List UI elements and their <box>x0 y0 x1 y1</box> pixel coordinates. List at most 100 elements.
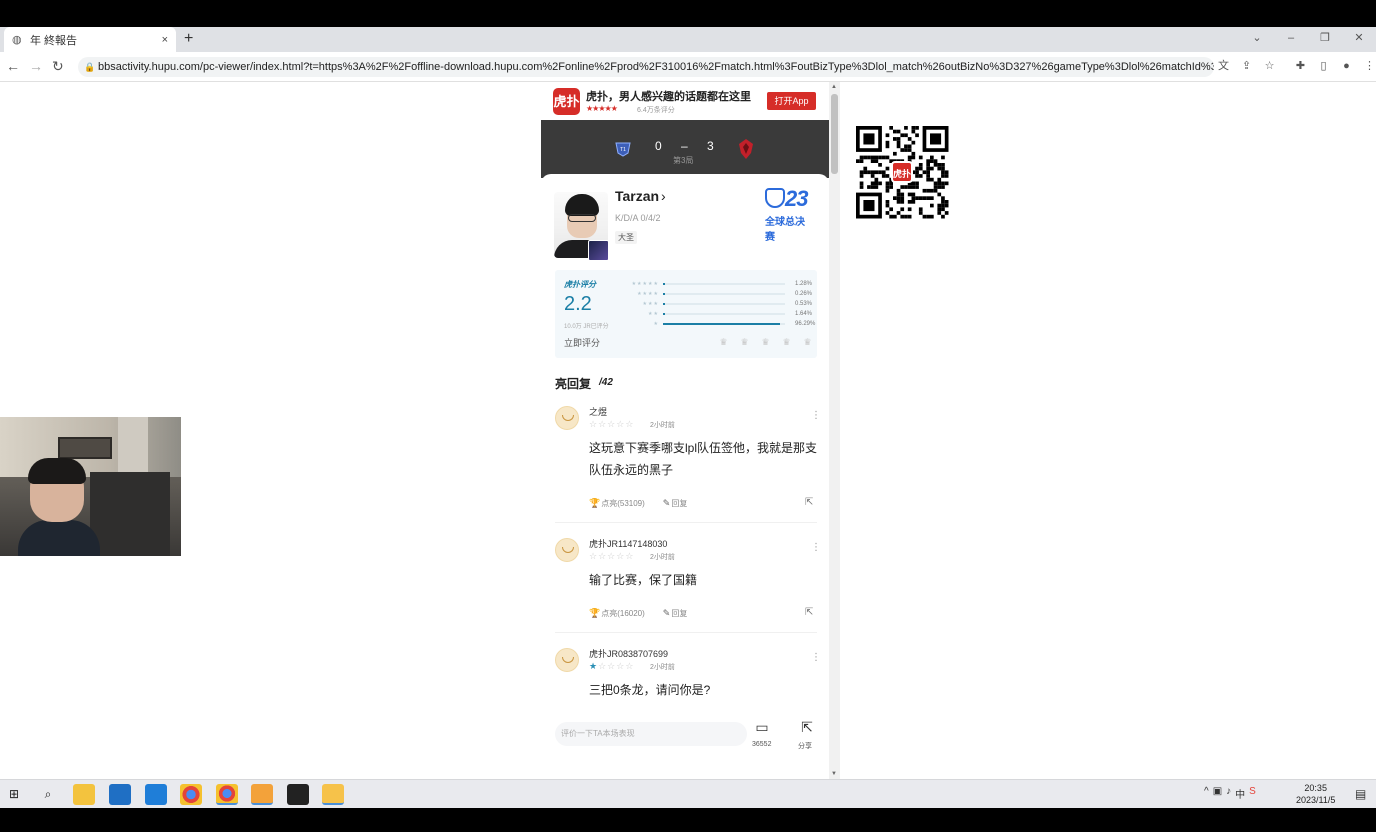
rate-crown-icon-4[interactable]: ♛ <box>780 338 793 347</box>
qr-module <box>926 170 930 175</box>
avatar[interactable] <box>555 538 579 562</box>
sogou-icon[interactable]: S <box>1249 786 1256 801</box>
like-button[interactable]: 🏆点亮(53109) <box>589 498 645 509</box>
qr-module <box>863 155 868 160</box>
share-icon[interactable]: ⇱ <box>805 607 813 618</box>
share-icon[interactable]: ⇱ <box>805 497 813 508</box>
team-right-logo-icon[interactable] <box>737 138 755 160</box>
qr-module <box>911 126 916 130</box>
more-options-icon[interactable]: ⋮ <box>811 652 821 663</box>
dist-bar <box>663 303 665 305</box>
rating-star-icon: ☆ <box>607 661 617 671</box>
chrome-icon[interactable] <box>180 784 202 805</box>
qr-module <box>889 126 893 130</box>
translate-icon[interactable]: 文 <box>1216 59 1231 74</box>
team-left-logo-icon[interactable]: T1 <box>614 140 632 158</box>
rate-crown-icon-2[interactable]: ♛ <box>738 338 751 347</box>
dist-percent: 1.64% <box>795 311 813 317</box>
menu-kebab-icon[interactable]: ⋮ <box>1362 59 1376 74</box>
forward-arrow-icon[interactable]: → <box>29 58 43 74</box>
qr-module <box>941 170 945 175</box>
taskbar: ⊞ ⌕ ^ ▣ ♪ 中 S 20:35 2023/11/5 ▤ <box>0 779 1376 808</box>
avatar[interactable] <box>555 648 579 672</box>
url-input[interactable]: 🔒 bbsactivity.hupu.com/pc-viewer/index.h… <box>78 57 1214 77</box>
tab-close-icon[interactable]: × <box>162 34 168 46</box>
mobile-viewer: 虎扑 虎扑，男人感兴趣的话题都在这里 ★★★★★ 6.4万条评分 打开App T… <box>541 82 840 779</box>
rate-now-button[interactable]: 立即评分 <box>564 336 600 349</box>
obs-icon[interactable] <box>287 784 309 805</box>
qr-module <box>930 196 934 200</box>
reply-button[interactable]: ✎回复 <box>663 608 688 619</box>
reload-icon[interactable]: ↻ <box>52 58 64 75</box>
side-panel-icon[interactable]: ▯ <box>1316 59 1331 74</box>
mail-icon[interactable] <box>145 784 167 805</box>
windows-start-icon[interactable]: ⊞ <box>3 784 25 805</box>
volume-icon[interactable]: ♪ <box>1226 786 1231 801</box>
avatar[interactable] <box>555 406 579 430</box>
qr-module <box>874 159 879 163</box>
rating-star-icon: ☆ <box>625 661 635 671</box>
rating-score: 2.2 <box>564 293 592 315</box>
more-options-icon[interactable]: ⋮ <box>811 542 821 553</box>
qr-module <box>878 163 882 167</box>
qr-center-logo: 虎扑 <box>891 161 913 183</box>
file-explorer-icon[interactable] <box>73 784 95 805</box>
browser-tab[interactable]: ◍ 年 終報告 × <box>4 27 176 52</box>
back-arrow-icon[interactable]: ← <box>6 58 20 74</box>
extensions-puzzle-icon[interactable]: ✚ <box>1293 59 1308 74</box>
bookmark-star-icon[interactable]: ☆ <box>1262 59 1277 74</box>
share-label[interactable]: 分享 <box>798 741 812 751</box>
profile-avatar-icon[interactable]: ● <box>1339 59 1354 74</box>
ime-indicator[interactable]: 中 <box>1235 786 1245 801</box>
scrollbar-thumb[interactable] <box>831 94 838 174</box>
clock[interactable]: 20:35 2023/11/5 <box>1296 782 1335 806</box>
app-icon[interactable] <box>322 784 344 805</box>
network-icon[interactable]: ▣ <box>1213 786 1222 801</box>
tab-search-icon[interactable]: ⌄ <box>1240 27 1274 52</box>
chevron-right-icon[interactable]: › <box>661 188 666 204</box>
open-app-button[interactable]: 打开App <box>767 92 816 110</box>
qr-module <box>900 185 905 189</box>
like-button[interactable]: 🏆点亮(16020) <box>589 608 645 619</box>
scrollbar[interactable]: ▲ ▼ <box>829 82 840 779</box>
qr-module <box>893 137 897 141</box>
rate-crown-icon-5[interactable]: ♛ <box>801 338 814 347</box>
player-name[interactable]: Tarzan <box>615 188 659 204</box>
comment-user[interactable]: 虎扑JR0838707699 <box>589 647 668 660</box>
scroll-down-arrow-icon[interactable]: ▼ <box>831 771 837 777</box>
comment-user[interactable]: 之煜 <box>589 405 607 418</box>
store-icon[interactable] <box>109 784 131 805</box>
comment-input[interactable]: 评价一下TA本场表现 <box>555 722 747 746</box>
minimize-button[interactable]: – <box>1274 27 1308 52</box>
chrome-active-icon[interactable] <box>216 784 238 805</box>
new-tab-button[interactable]: + <box>184 30 193 48</box>
qr-module <box>911 200 916 204</box>
qr-module <box>874 177 879 182</box>
comment-bubble-icon[interactable]: ▭ <box>752 719 772 736</box>
restore-button[interactable]: ❐ <box>1308 27 1342 52</box>
share-page-icon[interactable]: ⇪ <box>1239 59 1254 74</box>
tray-chevron-icon[interactable]: ^ <box>1204 786 1209 801</box>
qr-module <box>867 170 871 175</box>
qr-module <box>918 166 923 171</box>
rate-crown-icon-3[interactable]: ♛ <box>759 338 772 347</box>
comment-actions: 🏆点亮(16020) ✎回复 <box>589 608 687 619</box>
qr-module <box>881 155 886 160</box>
qr-module <box>907 214 912 219</box>
qr-module <box>881 170 886 175</box>
qr-module <box>874 170 879 175</box>
search-icon[interactable]: ⌕ <box>37 784 59 805</box>
event-logo-text: 全球总决赛 <box>765 217 805 243</box>
scroll-up-arrow-icon[interactable]: ▲ <box>831 84 837 90</box>
stream-app-icon[interactable] <box>251 784 273 805</box>
comment-user[interactable]: 虎扑JR1147148030 <box>589 537 667 550</box>
qr-finder <box>863 200 875 212</box>
app-star-rating: ★★★★★ <box>586 104 618 113</box>
more-options-icon[interactable]: ⋮ <box>811 410 821 421</box>
close-window-button[interactable]: ✕ <box>1342 27 1376 52</box>
notification-icon[interactable]: ▤ <box>1355 787 1366 801</box>
rate-crown-icon-1[interactable]: ♛ <box>717 338 730 347</box>
qr-module <box>885 203 890 208</box>
share-external-icon[interactable]: ⇱ <box>798 719 816 736</box>
reply-button[interactable]: ✎回复 <box>663 498 688 509</box>
